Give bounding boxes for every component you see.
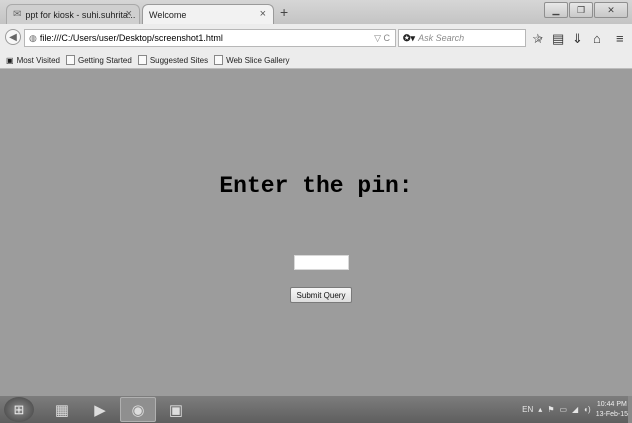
bookmark-web-slice-gallery[interactable]: Web Slice Gallery	[214, 55, 290, 65]
system-tray: EN ▴ ⚑ ▭ ◢ ◖) 10:44 PM 13-Feb-15	[522, 396, 628, 423]
page-content	[0, 69, 632, 396]
tab-welcome[interactable]: Welcome ×	[142, 4, 274, 24]
display-icon[interactable]: ▭	[559, 405, 567, 414]
bookmark-getting-started[interactable]: Getting Started	[66, 55, 132, 65]
home-icon[interactable]: ⌂	[593, 31, 601, 46]
search-engine-icon[interactable]: ✪▾	[403, 33, 415, 44]
close-window-icon[interactable]: ✕	[594, 2, 628, 18]
search-input[interactable]: ✪▾ Ask Search ⌕	[398, 29, 543, 47]
page-title: Enter the pin:	[219, 173, 413, 199]
tab-close-icon[interactable]: ×	[260, 8, 266, 20]
chevron-up-icon[interactable]: ▴	[538, 405, 542, 414]
menu-icon[interactable]: ≡	[616, 31, 624, 46]
volume-icon[interactable]: ◖)	[583, 405, 591, 414]
clock[interactable]: 10:44 PM 13-Feb-15	[596, 400, 628, 420]
window-controls: ▁ ❐ ✕	[544, 2, 628, 18]
url-text: file:///C:/Users/user/Desktop/screenshot…	[39, 33, 223, 43]
file-explorer-icon[interactable]: ▦	[44, 397, 80, 422]
page-icon	[137, 55, 147, 65]
most-visited-icon: ▣	[6, 55, 14, 65]
bookmarks-bar: ▣ Most Visited Getting Started Suggested…	[0, 52, 632, 69]
bookmark-most-visited[interactable]: ▣ Most Visited	[6, 56, 60, 65]
pin-input[interactable]	[294, 255, 349, 270]
tab-title: ppt for kiosk - suhi.suhrita...	[25, 9, 136, 20]
download-icon[interactable]: ⇓	[572, 31, 583, 47]
address-bar[interactable]: ◍ file:///C:/Users/user/Desktop/screensh…	[24, 29, 396, 47]
remote-desktop-icon[interactable]: ▣	[158, 397, 194, 422]
taskbar: ⊞ ▦ ▶ ◉ ▣ EN ▴ ⚑ ▭ ◢ ◖) 10:44 PM 13-Feb-…	[0, 396, 632, 423]
language-indicator[interactable]: EN	[522, 405, 533, 414]
globe-icon: ◍	[29, 32, 37, 43]
page-icon	[214, 55, 224, 65]
search-placeholder: Ask Search	[418, 33, 465, 43]
minimize-icon[interactable]: ▁	[544, 2, 568, 18]
star-icon[interactable]: ☆	[532, 31, 544, 47]
new-tab-button[interactable]: +	[280, 4, 288, 20]
title-bar: ✉ ppt for kiosk - suhi.suhrita... × Welc…	[0, 0, 632, 24]
windows-start-icon[interactable]: ⊞	[4, 397, 34, 422]
media-player-icon[interactable]: ▶	[82, 397, 118, 422]
flag-icon[interactable]: ⚑	[547, 405, 554, 414]
submit-button[interactable]: Submit Query	[290, 287, 352, 303]
network-icon[interactable]: ◢	[572, 405, 578, 414]
bookmark-suggested-sites[interactable]: Suggested Sites	[137, 55, 208, 65]
page-icon	[66, 55, 75, 65]
clock-time: 10:44 PM	[596, 400, 627, 408]
firefox-icon[interactable]: ◉	[120, 397, 156, 422]
show-desktop-button[interactable]	[628, 396, 632, 423]
back-arrow-icon[interactable]: ◀	[5, 29, 21, 45]
bookmark-list-icon[interactable]: ▤	[552, 31, 564, 47]
maximize-icon[interactable]: ❐	[569, 2, 593, 18]
navigation-bar: ◀ ◍ file:///C:/Users/user/Desktop/screen…	[0, 24, 632, 53]
gmail-icon: ✉	[13, 9, 22, 20]
tab-title: Welcome	[149, 9, 187, 20]
clock-date: 13-Feb-15	[595, 410, 628, 418]
tab-ppt-for-kiosk[interactable]: ✉ ppt for kiosk - suhi.suhrita... ×	[6, 4, 140, 24]
tab-close-icon[interactable]: ×	[126, 8, 132, 20]
reload-icon[interactable]: ▽ C	[374, 33, 390, 44]
